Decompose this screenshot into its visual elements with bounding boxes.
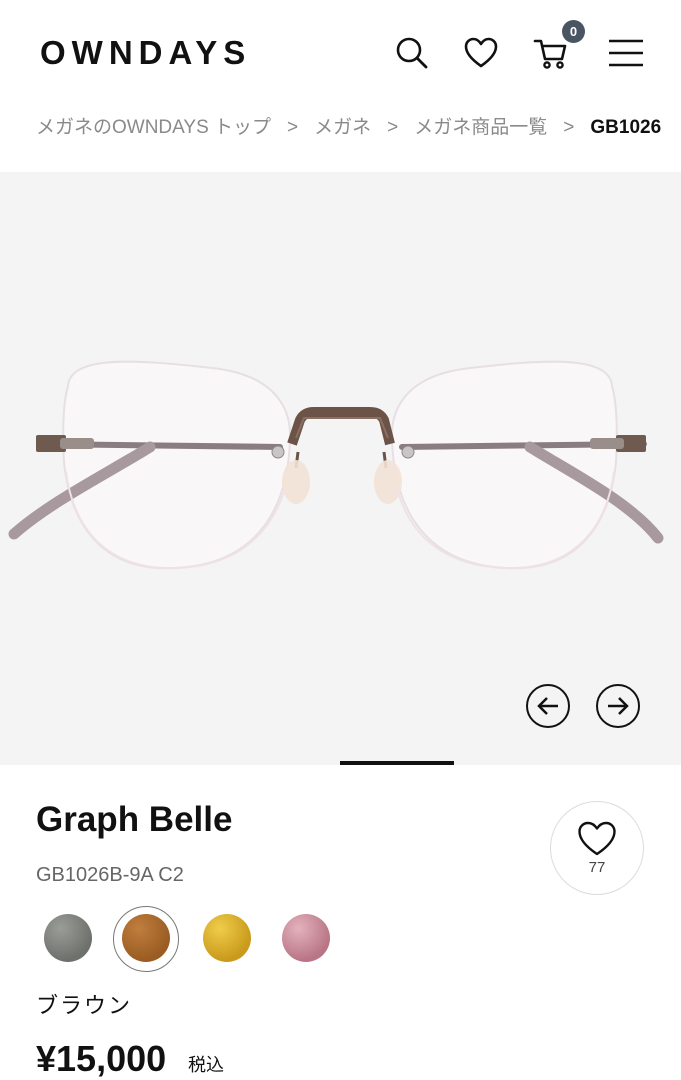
product-image: [8, 360, 664, 570]
favorite-count: 77: [588, 858, 606, 876]
color-swatch-pink[interactable]: [282, 914, 330, 962]
heart-icon: [578, 821, 616, 855]
arrow-right-icon: [608, 697, 629, 715]
color-swatch-brown[interactable]: [122, 914, 170, 962]
gallery-progress-indicator: [340, 761, 454, 765]
cart-count-badge: 0: [562, 20, 585, 43]
product-image-gallery[interactable]: [0, 172, 681, 765]
tax-label: 税込: [188, 1055, 224, 1075]
brand-logo[interactable]: OWNDAYS: [40, 34, 251, 72]
arrow-left-icon: [537, 697, 558, 715]
color-swatch-gold[interactable]: [203, 914, 251, 962]
breadcrumb-item-top[interactable]: メガネのOWNDAYS トップ: [36, 112, 271, 139]
gallery-prev-button[interactable]: [526, 684, 570, 728]
site-header: OWNDAYS 0: [0, 0, 681, 100]
breadcrumb-separator: >: [387, 117, 399, 138]
product-sku: GB1026B-9A C2: [36, 864, 184, 886]
breadcrumb-item-list[interactable]: メガネ商品一覧: [414, 112, 547, 139]
heart-icon[interactable]: [461, 33, 501, 73]
breadcrumb: メガネのOWNDAYS トップ > メガネ > メガネ商品一覧 > GB1026: [36, 112, 681, 140]
breadcrumb-item-current: GB1026: [590, 117, 662, 138]
favorite-button[interactable]: 77: [550, 801, 644, 895]
gallery-next-button[interactable]: [596, 684, 640, 728]
product-name: Graph Belle: [36, 800, 233, 839]
product-price: ¥15,000: [36, 1038, 167, 1079]
breadcrumb-separator: >: [563, 117, 575, 138]
breadcrumb-separator: >: [287, 117, 299, 138]
selected-color-name: ブラウン: [36, 993, 133, 1018]
breadcrumb-item-glasses[interactable]: メガネ: [314, 112, 371, 139]
menu-icon[interactable]: [606, 33, 646, 73]
color-swatch-gray[interactable]: [44, 914, 92, 962]
search-icon[interactable]: [392, 33, 432, 73]
